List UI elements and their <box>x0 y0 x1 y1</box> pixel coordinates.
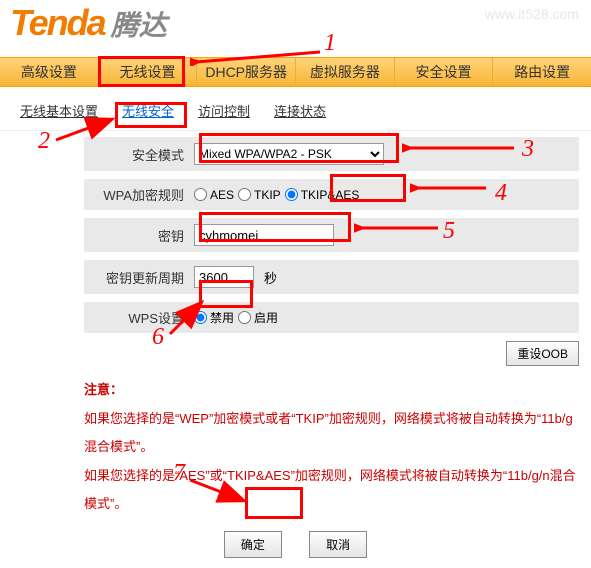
radio-wps-enable-label: 启用 <box>254 309 278 326</box>
header: Tenda 腾达 <box>0 0 591 57</box>
tab-status[interactable]: 连接状态 <box>274 101 326 120</box>
radio-aes[interactable]: AES <box>194 188 234 202</box>
ok-button[interactable]: 确定 <box>224 531 282 558</box>
nav-virtual[interactable]: 虚拟服务器 <box>296 58 395 86</box>
reset-row: 重设OOB <box>0 341 579 366</box>
note-area: 注意： 如果您选择的是“WEP”加密模式或者“TKIP”加密规则，网络模式将被自… <box>84 376 579 519</box>
row-wps: WPS设置 禁用 启用 <box>84 302 579 333</box>
nav-dhcp[interactable]: DHCP服务器 <box>197 58 296 86</box>
row-security-mode: 安全模式 Mixed WPA/WPA2 - PSK <box>84 137 579 171</box>
logo-text: Tenda <box>10 2 105 44</box>
label-rekey: 密钥更新周期 <box>94 268 194 287</box>
main-nav: 高级设置 无线设置 DHCP服务器 虚拟服务器 安全设置 路由设置 <box>0 57 591 87</box>
row-wpa-rule: WPA加密规则 AES TKIP TKIP&AES <box>84 179 579 210</box>
sub-tabs: 无线基本设置 无线安全 访问控制 连接状态 <box>0 87 591 131</box>
radio-tkip-input[interactable] <box>238 188 251 201</box>
note-title: 注意： <box>84 376 579 405</box>
form-area: 安全模式 Mixed WPA/WPA2 - PSK WPA加密规则 AES TK… <box>0 137 591 568</box>
radio-tkipaes[interactable]: TKIP&AES <box>285 188 360 202</box>
label-security-mode: 安全模式 <box>94 145 194 164</box>
input-rekey[interactable] <box>194 266 254 288</box>
note-p1: 如果您选择的是“WEP”加密模式或者“TKIP”加密规则，网络模式将被自动转换为… <box>84 405 579 462</box>
reset-oob-button[interactable]: 重设OOB <box>506 341 579 366</box>
radio-aes-input[interactable] <box>194 188 207 201</box>
nav-advanced[interactable]: 高级设置 <box>0 58 99 86</box>
label-wpa-rule: WPA加密规则 <box>94 185 194 204</box>
row-rekey: 密钥更新周期 秒 <box>84 260 579 294</box>
select-security-mode[interactable]: Mixed WPA/WPA2 - PSK <box>194 143 384 165</box>
radio-wps-disable-input[interactable] <box>194 311 207 324</box>
radio-tkipaes-input[interactable] <box>285 188 298 201</box>
actions: 确定 取消 <box>0 531 591 568</box>
tab-basic[interactable]: 无线基本设置 <box>20 101 98 120</box>
radio-tkip-label: TKIP <box>254 188 281 202</box>
radio-wps-enable[interactable]: 启用 <box>238 309 278 326</box>
note-p2: 如果您选择的是“AES”或“TKIP&AES”加密规则，网络模式将被自动转换为“… <box>84 462 579 519</box>
cancel-button[interactable]: 取消 <box>309 531 367 558</box>
logo: Tenda 腾达 <box>10 2 167 44</box>
input-key[interactable] <box>194 224 334 246</box>
radio-aes-label: AES <box>210 188 234 202</box>
logo-sub: 腾达 <box>111 4 167 44</box>
label-wps: WPS设置 <box>94 308 194 327</box>
label-key: 密钥 <box>94 226 194 245</box>
radio-wps-enable-input[interactable] <box>238 311 251 324</box>
radio-tkipaes-label: TKIP&AES <box>301 188 360 202</box>
tab-security[interactable]: 无线安全 <box>122 101 174 120</box>
radio-wps-disable-label: 禁用 <box>210 309 234 326</box>
nav-wireless[interactable]: 无线设置 <box>99 58 198 86</box>
rekey-unit: 秒 <box>264 268 277 287</box>
radio-tkip[interactable]: TKIP <box>238 188 281 202</box>
nav-routing[interactable]: 路由设置 <box>493 58 591 86</box>
nav-security[interactable]: 安全设置 <box>395 58 494 86</box>
tab-access[interactable]: 访问控制 <box>198 101 250 120</box>
row-key: 密钥 <box>84 218 579 252</box>
radio-wps-disable[interactable]: 禁用 <box>194 309 234 326</box>
